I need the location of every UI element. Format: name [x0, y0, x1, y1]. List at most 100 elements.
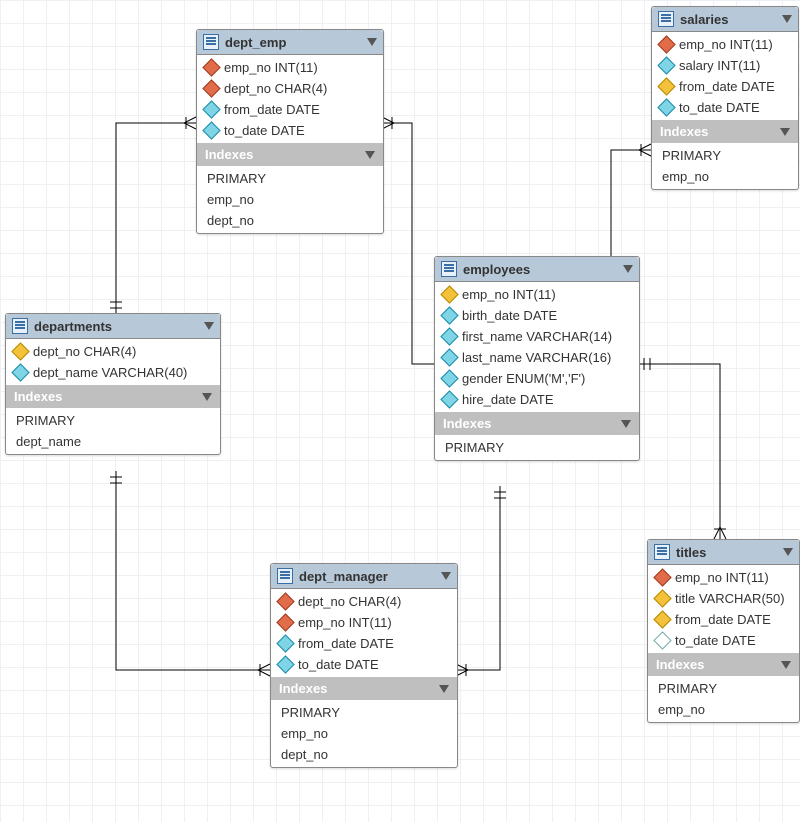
- pk-key-icon: [11, 342, 29, 360]
- column[interactable]: from_date DATE: [648, 609, 799, 630]
- indexes-header[interactable]: Indexes: [197, 143, 383, 166]
- column-icon: [440, 348, 458, 366]
- columns: emp_no INT(11) birth_date DATE first_nam…: [435, 282, 639, 412]
- indexes: PRIMARY emp_no: [648, 676, 799, 722]
- column[interactable]: last_name VARCHAR(16): [435, 347, 639, 368]
- chevron-down-icon[interactable]: [365, 151, 375, 159]
- entity-header[interactable]: salaries: [652, 7, 798, 32]
- index-item[interactable]: dept_name: [6, 431, 220, 452]
- chevron-down-icon[interactable]: [204, 322, 214, 330]
- column[interactable]: from_date DATE: [197, 99, 383, 120]
- entity-header[interactable]: dept_manager: [271, 564, 457, 589]
- column[interactable]: dept_name VARCHAR(40): [6, 362, 220, 383]
- columns: emp_no INT(11) salary INT(11) from_date …: [652, 32, 798, 120]
- indexes-header[interactable]: Indexes: [6, 385, 220, 408]
- chevron-down-icon[interactable]: [439, 685, 449, 693]
- chevron-down-icon[interactable]: [202, 393, 212, 401]
- table-icon: [277, 568, 293, 584]
- entity-header[interactable]: departments: [6, 314, 220, 339]
- entity-titles[interactable]: titles emp_no INT(11) title VARCHAR(50) …: [647, 539, 800, 723]
- fk-key-icon: [202, 58, 220, 76]
- indexes: PRIMARY: [435, 435, 639, 460]
- indexes: PRIMARY emp_no dept_no: [197, 166, 383, 233]
- index-item[interactable]: emp_no: [197, 189, 383, 210]
- indexes: PRIMARY emp_no dept_no: [271, 700, 457, 767]
- table-icon: [654, 544, 670, 560]
- chevron-down-icon[interactable]: [441, 572, 451, 580]
- column[interactable]: emp_no INT(11): [648, 567, 799, 588]
- index-item[interactable]: PRIMARY: [197, 168, 383, 189]
- index-item[interactable]: PRIMARY: [435, 437, 639, 458]
- column[interactable]: first_name VARCHAR(14): [435, 326, 639, 347]
- pk-key-icon: [657, 77, 675, 95]
- indexes-header[interactable]: Indexes: [652, 120, 798, 143]
- column[interactable]: emp_no INT(11): [652, 34, 798, 55]
- index-item[interactable]: PRIMARY: [6, 410, 220, 431]
- indexes-header[interactable]: Indexes: [435, 412, 639, 435]
- index-item[interactable]: PRIMARY: [648, 678, 799, 699]
- index-item[interactable]: PRIMARY: [271, 702, 457, 723]
- entity-employees[interactable]: employees emp_no INT(11) birth_date DATE…: [434, 256, 640, 461]
- column[interactable]: to_date DATE: [271, 654, 457, 675]
- entity-title: dept_manager: [299, 569, 388, 584]
- columns: dept_no CHAR(4) emp_no INT(11) from_date…: [271, 589, 457, 677]
- entity-dept-emp[interactable]: dept_emp emp_no INT(11) dept_no CHAR(4) …: [196, 29, 384, 234]
- columns: emp_no INT(11) title VARCHAR(50) from_da…: [648, 565, 799, 653]
- indexes-header[interactable]: Indexes: [271, 677, 457, 700]
- column[interactable]: hire_date DATE: [435, 389, 639, 410]
- column[interactable]: dept_no CHAR(4): [197, 78, 383, 99]
- column[interactable]: salary INT(11): [652, 55, 798, 76]
- table-icon: [441, 261, 457, 277]
- column-icon: [11, 363, 29, 381]
- chevron-down-icon[interactable]: [780, 128, 790, 136]
- index-item[interactable]: emp_no: [648, 699, 799, 720]
- table-icon: [12, 318, 28, 334]
- column[interactable]: from_date DATE: [652, 76, 798, 97]
- entity-title: employees: [463, 262, 530, 277]
- column[interactable]: dept_no CHAR(4): [271, 591, 457, 612]
- column-icon: [657, 56, 675, 74]
- chevron-down-icon[interactable]: [783, 548, 793, 556]
- column-icon: [202, 121, 220, 139]
- pk-key-icon: [653, 610, 671, 628]
- entity-header[interactable]: dept_emp: [197, 30, 383, 55]
- column-nullable-icon: [653, 631, 671, 649]
- chevron-down-icon[interactable]: [367, 38, 377, 46]
- column[interactable]: birth_date DATE: [435, 305, 639, 326]
- fk-key-icon: [276, 613, 294, 631]
- entity-header[interactable]: employees: [435, 257, 639, 282]
- entity-title: salaries: [680, 12, 728, 27]
- entity-departments[interactable]: departments dept_no CHAR(4) dept_name VA…: [5, 313, 221, 455]
- chevron-down-icon[interactable]: [781, 661, 791, 669]
- column-icon: [440, 327, 458, 345]
- column[interactable]: emp_no INT(11): [271, 612, 457, 633]
- index-item[interactable]: dept_no: [271, 744, 457, 765]
- chevron-down-icon[interactable]: [782, 15, 792, 23]
- index-item[interactable]: dept_no: [197, 210, 383, 231]
- entity-dept-manager[interactable]: dept_manager dept_no CHAR(4) emp_no INT(…: [270, 563, 458, 768]
- column[interactable]: from_date DATE: [271, 633, 457, 654]
- erd-canvas[interactable]: dept_emp emp_no INT(11) dept_no CHAR(4) …: [0, 0, 800, 822]
- fk-key-icon: [276, 592, 294, 610]
- entity-salaries[interactable]: salaries emp_no INT(11) salary INT(11) f…: [651, 6, 799, 190]
- column[interactable]: gender ENUM('M','F'): [435, 368, 639, 389]
- column[interactable]: to_date DATE: [197, 120, 383, 141]
- index-item[interactable]: PRIMARY: [652, 145, 798, 166]
- column[interactable]: emp_no INT(11): [435, 284, 639, 305]
- indexes-header[interactable]: Indexes: [648, 653, 799, 676]
- index-item[interactable]: emp_no: [652, 166, 798, 187]
- column[interactable]: to_date DATE: [652, 97, 798, 118]
- entity-title: dept_emp: [225, 35, 286, 50]
- pk-key-icon: [653, 589, 671, 607]
- column[interactable]: dept_no CHAR(4): [6, 341, 220, 362]
- column[interactable]: emp_no INT(11): [197, 57, 383, 78]
- chevron-down-icon[interactable]: [621, 420, 631, 428]
- chevron-down-icon[interactable]: [623, 265, 633, 273]
- index-item[interactable]: emp_no: [271, 723, 457, 744]
- column[interactable]: title VARCHAR(50): [648, 588, 799, 609]
- fk-key-icon: [657, 35, 675, 53]
- column-icon: [440, 369, 458, 387]
- entity-header[interactable]: titles: [648, 540, 799, 565]
- column-icon: [202, 100, 220, 118]
- column[interactable]: to_date DATE: [648, 630, 799, 651]
